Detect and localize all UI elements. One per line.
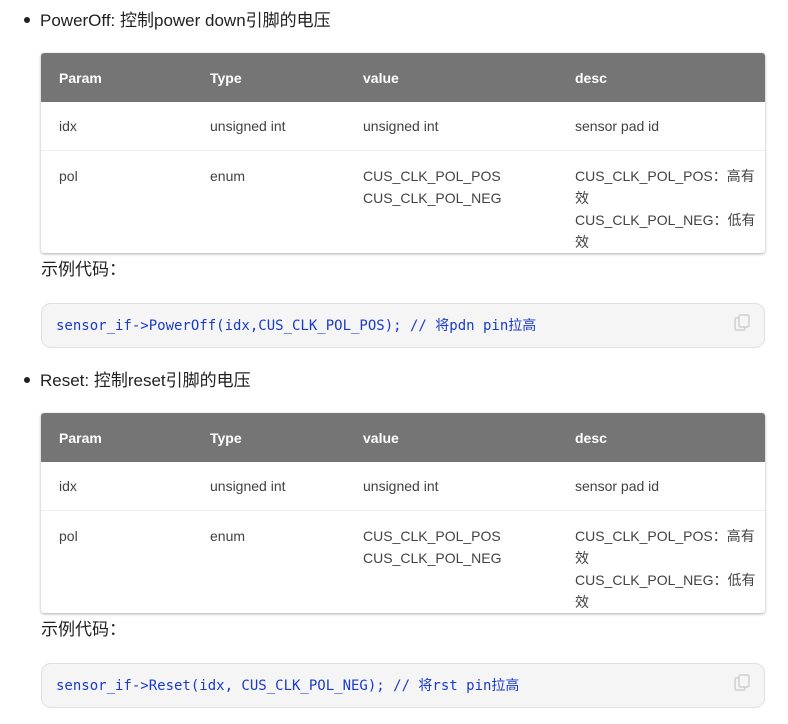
section-heading-poweroff: PowerOff: 控制power down引脚的电压	[24, 10, 331, 32]
header-param: Param	[59, 429, 102, 446]
value-line: CUS_CLK_POL_NEG	[363, 549, 502, 566]
cell-param: idx	[59, 117, 77, 134]
bullet-dot	[24, 376, 30, 383]
table-row: pol enum CUS_CLK_POL_POS CUS_CLK_POL_NEG…	[41, 149, 765, 253]
code-block-poweroff[interactable]: sensor_if->PowerOff(idx,CUS_CLK_POL_POS)…	[41, 303, 765, 348]
cell-value: CUS_CLK_POL_POS CUS_CLK_POL_NEG	[345, 149, 557, 253]
code-text[interactable]: sensor_if->PowerOff(idx,CUS_CLK_POL_POS)…	[56, 316, 536, 336]
desc-line: CUS_CLK_POL_NEG：低有效	[575, 211, 756, 250]
value-line: unsigned int	[363, 477, 439, 494]
cell-param: pol	[41, 509, 192, 613]
heading-text: PowerOff: 控制power down引脚的电压	[40, 11, 331, 30]
header-desc: desc	[575, 429, 607, 446]
desc-line: sensor pad id	[575, 117, 660, 134]
cell-desc: sensor pad id	[557, 102, 765, 150]
param-table-poweroff: Param Type value desc idx unsigned int u…	[41, 53, 765, 253]
value-line: CUS_CLK_POL_NEG	[363, 189, 502, 206]
desc-line: CUS_CLK_POL_POS：高有效	[575, 527, 755, 566]
cell-type: enum	[192, 149, 345, 253]
value-line: CUS_CLK_POL_POS	[363, 167, 501, 184]
table-row: idx unsigned int unsigned int sensor pad…	[41, 462, 765, 510]
table-header-row: Param Type value desc	[41, 413, 765, 462]
desc-line: sensor pad id	[575, 477, 660, 494]
cell-value: unsigned int	[345, 462, 557, 510]
cell-value: unsigned int	[345, 102, 557, 150]
heading-text: Reset: 控制reset引脚的电压	[40, 371, 251, 390]
code-block-reset[interactable]: sensor_if->Reset(idx, CUS_CLK_POL_NEG); …	[41, 663, 765, 708]
example-label: 示例代码：	[41, 620, 126, 639]
cell-type: unsigned int	[210, 477, 286, 494]
cell-param: pol	[41, 149, 192, 253]
header-desc: desc	[575, 69, 607, 86]
cell-type: enum	[192, 509, 345, 613]
cell-desc: CUS_CLK_POL_POS：高有效 CUS_CLK_POL_NEG：低有效	[557, 509, 765, 613]
code-text[interactable]: sensor_if->Reset(idx, CUS_CLK_POL_NEG); …	[56, 676, 519, 696]
bullet-dot	[24, 16, 30, 23]
table-row: idx unsigned int unsigned int sensor pad…	[41, 102, 765, 150]
cell-desc: sensor pad id	[557, 462, 765, 510]
header-value: value	[363, 69, 399, 86]
param-table-reset: Param Type value desc idx unsigned int u…	[41, 413, 765, 613]
header-type: Type	[210, 69, 242, 86]
value-line: unsigned int	[363, 117, 439, 134]
copy-icon[interactable]	[734, 314, 750, 332]
copy-icon[interactable]	[734, 674, 750, 692]
document-page: PowerOff: 控制power down引脚的电压 Param Type v…	[0, 0, 788, 724]
header-type: Type	[210, 429, 242, 446]
desc-line: CUS_CLK_POL_NEG：低有效	[575, 571, 756, 610]
desc-line: CUS_CLK_POL_POS：高有效	[575, 167, 755, 206]
cell-desc: CUS_CLK_POL_POS：高有效 CUS_CLK_POL_NEG：低有效	[557, 149, 765, 253]
example-label: 示例代码：	[41, 260, 126, 279]
cell-type: unsigned int	[210, 117, 286, 134]
header-value: value	[363, 429, 399, 446]
table-header-row: Param Type value desc	[41, 53, 765, 102]
cell-value: CUS_CLK_POL_POS CUS_CLK_POL_NEG	[345, 509, 557, 613]
section-heading-reset: Reset: 控制reset引脚的电压	[24, 370, 251, 392]
table-row: pol enum CUS_CLK_POL_POS CUS_CLK_POL_NEG…	[41, 509, 765, 613]
value-line: CUS_CLK_POL_POS	[363, 527, 501, 544]
cell-param: idx	[59, 477, 77, 494]
header-param: Param	[59, 69, 102, 86]
